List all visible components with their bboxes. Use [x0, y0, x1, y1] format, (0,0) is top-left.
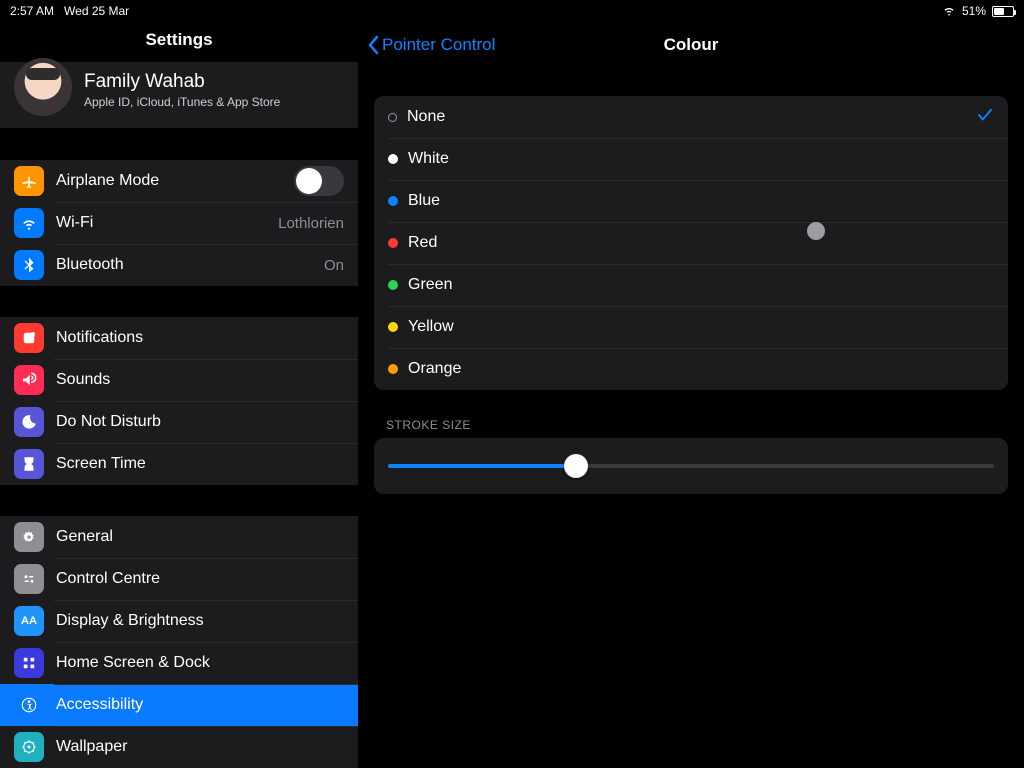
slider-fill	[388, 464, 576, 468]
battery-percent: 51%	[962, 4, 986, 18]
notifications-label: Notifications	[56, 329, 344, 347]
swatch-blue	[388, 196, 398, 206]
wifi-value: Lothlorien	[278, 215, 344, 232]
profile-name: Family Wahab	[84, 71, 280, 93]
colour-option-none[interactable]: None	[374, 96, 1008, 138]
swatch-green	[388, 280, 398, 290]
sidebar-item-general[interactable]: General	[0, 516, 358, 558]
profile-row[interactable]: Family Wahab Apple ID, iCloud, iTunes & …	[0, 62, 358, 129]
screentime-label: Screen Time	[56, 455, 344, 473]
status-time: 2:57 AM	[10, 4, 54, 18]
accessibility-icon	[14, 690, 44, 720]
sidebar-title: Settings	[0, 22, 358, 62]
sidebar-item-dnd[interactable]: Do Not Disturb	[0, 401, 358, 443]
colour-label-red: Red	[408, 234, 437, 252]
sidebar-item-screentime[interactable]: Screen Time	[0, 443, 358, 485]
back-label: Pointer Control	[382, 35, 495, 55]
sounds-label: Sounds	[56, 371, 344, 389]
accessibility-label: Accessibility	[56, 696, 344, 714]
homedock-label: Home Screen & Dock	[56, 654, 344, 672]
swatch-orange	[388, 364, 398, 374]
homedock-icon	[14, 648, 44, 678]
controlcentre-label: Control Centre	[56, 570, 344, 588]
sidebar-item-notifications[interactable]: Notifications	[0, 317, 358, 359]
sidebar-item-display[interactable]: AA Display & Brightness	[0, 600, 358, 642]
swatch-white	[388, 154, 398, 164]
sounds-icon	[14, 365, 44, 395]
bluetooth-icon	[14, 250, 44, 280]
display-icon: AA	[14, 606, 44, 636]
bluetooth-label: Bluetooth	[56, 256, 324, 274]
bluetooth-value: On	[324, 257, 344, 274]
colour-label-orange: Orange	[408, 360, 461, 378]
settings-sidebar: Settings Family Wahab Apple ID, iCloud, …	[0, 22, 358, 768]
colour-label-white: White	[408, 150, 449, 168]
dnd-label: Do Not Disturb	[56, 413, 344, 431]
swatch-yellow	[388, 322, 398, 332]
chevron-left-icon	[366, 35, 380, 55]
colour-label-green: Green	[408, 276, 452, 294]
detail-pane: Pointer Control Colour None White Blue R…	[358, 22, 1024, 768]
colour-label-yellow: Yellow	[408, 318, 454, 336]
sidebar-item-homedock[interactable]: Home Screen & Dock	[0, 642, 358, 684]
slider-thumb[interactable]	[564, 454, 588, 478]
gear-icon	[14, 522, 44, 552]
sidebar-item-sounds[interactable]: Sounds	[0, 359, 358, 401]
pointer-cursor	[807, 222, 825, 240]
colour-label-blue: Blue	[408, 192, 440, 210]
avatar	[14, 58, 72, 116]
battery-icon	[992, 6, 1014, 17]
wifi-icon	[942, 3, 956, 20]
airplane-icon	[14, 166, 44, 196]
dnd-icon	[14, 407, 44, 437]
wifi-settings-icon	[14, 208, 44, 238]
status-date: Wed 25 Mar	[64, 4, 129, 18]
stroke-size-card	[374, 438, 1008, 494]
controlcentre-icon	[14, 564, 44, 594]
sidebar-item-airplane[interactable]: Airplane Mode	[0, 160, 358, 202]
swatch-none	[388, 113, 397, 122]
sidebar-item-controlcentre[interactable]: Control Centre	[0, 558, 358, 600]
back-button[interactable]: Pointer Control	[366, 35, 495, 55]
colour-option-red[interactable]: Red	[374, 222, 1008, 264]
status-bar: 2:57 AM Wed 25 Mar 51%	[0, 0, 1024, 22]
detail-title: Colour	[664, 35, 719, 55]
checkmark-icon	[976, 106, 994, 129]
colour-option-white[interactable]: White	[374, 138, 1008, 180]
detail-header: Pointer Control Colour	[358, 22, 1024, 68]
screentime-icon	[14, 449, 44, 479]
display-label: Display & Brightness	[56, 612, 344, 630]
colour-option-yellow[interactable]: Yellow	[374, 306, 1008, 348]
sidebar-item-wifi[interactable]: Wi-Fi Lothlorien	[0, 202, 358, 244]
colour-options-card: None White Blue Red Green Yellow	[374, 96, 1008, 390]
notifications-icon	[14, 323, 44, 353]
stroke-size-heading: STROKE SIZE	[386, 418, 996, 432]
wifi-label: Wi-Fi	[56, 214, 278, 232]
general-label: General	[56, 528, 344, 546]
sidebar-item-bluetooth[interactable]: Bluetooth On	[0, 244, 358, 286]
airplane-label: Airplane Mode	[56, 172, 294, 190]
profile-subtitle: Apple ID, iCloud, iTunes & App Store	[84, 95, 280, 109]
colour-option-blue[interactable]: Blue	[374, 180, 1008, 222]
sidebar-item-wallpaper[interactable]: Wallpaper	[0, 726, 358, 768]
colour-option-green[interactable]: Green	[374, 264, 1008, 306]
swatch-red	[388, 238, 398, 248]
colour-label-none: None	[407, 108, 445, 126]
colour-option-orange[interactable]: Orange	[374, 348, 1008, 390]
wallpaper-icon	[14, 732, 44, 762]
wallpaper-label: Wallpaper	[56, 738, 344, 756]
airplane-toggle[interactable]	[294, 166, 344, 196]
stroke-size-slider[interactable]	[388, 454, 994, 478]
sidebar-item-accessibility[interactable]: Accessibility	[0, 684, 358, 726]
